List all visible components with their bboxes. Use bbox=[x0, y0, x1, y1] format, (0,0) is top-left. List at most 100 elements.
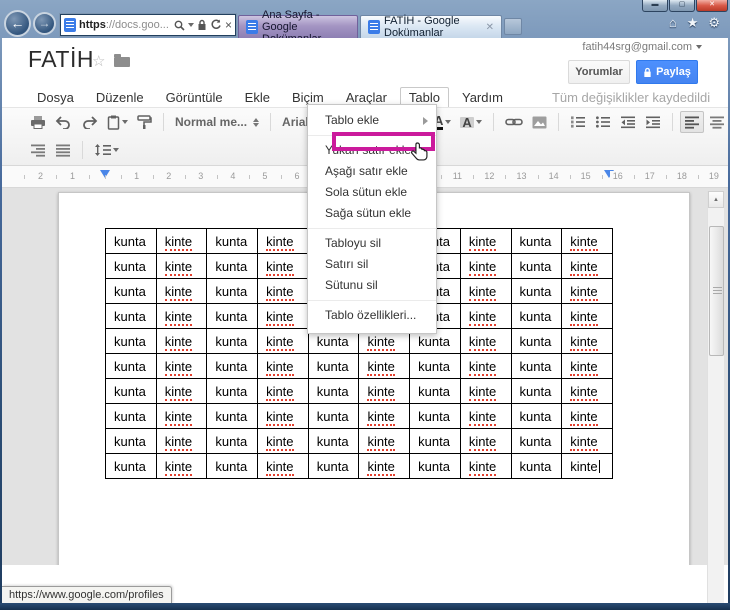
table-cell[interactable]: kunta bbox=[105, 428, 157, 454]
table-cell[interactable]: kinte bbox=[459, 253, 512, 279]
table-cell[interactable]: kinte bbox=[155, 328, 208, 354]
table-cell[interactable]: kinte bbox=[257, 428, 309, 454]
folder-icon[interactable] bbox=[114, 54, 130, 67]
table-cell[interactable]: kinte bbox=[561, 328, 613, 354]
address-bar[interactable]: https://docs.goo... × bbox=[60, 14, 236, 36]
url-text[interactable]: https://docs.goo... bbox=[79, 19, 171, 31]
table-cell[interactable]: kunta bbox=[510, 403, 563, 429]
paste-icon[interactable] bbox=[107, 115, 128, 130]
table-cell[interactable]: kinte bbox=[257, 353, 309, 379]
table-cell[interactable]: kunta bbox=[105, 378, 157, 404]
table-cell[interactable]: kunta bbox=[206, 253, 259, 279]
table-cell[interactable]: kinte bbox=[358, 453, 411, 479]
maximize-button[interactable]: ▢ bbox=[669, 0, 695, 12]
table-cell[interactable]: kinte bbox=[561, 378, 613, 404]
menu-item[interactable]: Sütunu sil bbox=[308, 275, 436, 296]
forward-button[interactable]: → bbox=[33, 12, 56, 35]
table-cell[interactable]: kinte bbox=[358, 403, 411, 429]
menu-item[interactable]: Tablo ekle bbox=[308, 110, 436, 131]
share-button[interactable]: Paylaş bbox=[636, 60, 698, 84]
table-cell[interactable]: kinte bbox=[561, 278, 613, 304]
search-dropdown-icon[interactable] bbox=[187, 23, 194, 27]
table-cell[interactable]: kunta bbox=[510, 353, 563, 379]
favorites-star-icon[interactable]: ★ bbox=[687, 15, 699, 31]
table-cell[interactable]: kinte bbox=[561, 453, 613, 479]
table-cell[interactable]: kunta bbox=[307, 353, 360, 379]
align-center-icon[interactable] bbox=[709, 115, 725, 129]
table-cell[interactable]: kunta bbox=[307, 428, 360, 454]
table-cell[interactable]: kinte bbox=[257, 378, 309, 404]
styles-dropdown[interactable]: Normal me... bbox=[175, 115, 260, 129]
table-cell[interactable]: kinte bbox=[459, 428, 512, 454]
menubar-item-dosya[interactable]: Dosya bbox=[28, 87, 83, 108]
table-cell[interactable]: kinte bbox=[459, 403, 512, 429]
font-dropdown[interactable]: Arial bbox=[282, 115, 309, 129]
table-cell[interactable]: kinte bbox=[561, 253, 613, 279]
insert-image-icon[interactable] bbox=[532, 116, 547, 129]
minimize-button[interactable]: ▬ bbox=[642, 0, 668, 12]
table-cell[interactable]: kunta bbox=[510, 278, 563, 304]
table-cell[interactable]: kunta bbox=[409, 378, 461, 404]
table-cell[interactable]: kinte bbox=[257, 453, 309, 479]
table-cell[interactable]: kinte bbox=[561, 428, 613, 454]
scrollbar-thumb[interactable] bbox=[709, 226, 724, 356]
table-cell[interactable]: kunta bbox=[510, 303, 563, 329]
table-cell[interactable]: kunta bbox=[105, 403, 157, 429]
table-cell[interactable]: kunta bbox=[105, 453, 157, 479]
table-cell[interactable]: kinte bbox=[155, 453, 208, 479]
table-cell[interactable]: kunta bbox=[105, 303, 157, 329]
align-left-icon[interactable] bbox=[679, 111, 704, 133]
menubar-item-görüntüle[interactable]: Görüntüle bbox=[157, 87, 232, 108]
table-cell[interactable]: kinte bbox=[459, 328, 512, 354]
menu-item[interactable]: Satırı sil bbox=[308, 254, 436, 275]
table-cell[interactable]: kinte bbox=[459, 278, 512, 304]
table-cell[interactable]: kinte bbox=[561, 353, 613, 379]
table-cell[interactable]: kinte bbox=[257, 403, 309, 429]
table-cell[interactable]: kinte bbox=[155, 253, 208, 279]
table-cell[interactable]: kunta bbox=[307, 453, 360, 479]
table-cell[interactable]: kunta bbox=[206, 228, 259, 254]
table-cell[interactable]: kunta bbox=[206, 328, 259, 354]
menu-item[interactable]: Tabloyu sil bbox=[308, 233, 436, 254]
table-cell[interactable]: kinte bbox=[459, 453, 512, 479]
table-cell[interactable]: kinte bbox=[561, 303, 613, 329]
new-tab-button[interactable] bbox=[504, 18, 522, 35]
table-cell[interactable]: kinte bbox=[257, 328, 309, 354]
table-cell[interactable]: kinte bbox=[358, 428, 411, 454]
print-icon[interactable] bbox=[30, 115, 46, 129]
table-cell[interactable]: kunta bbox=[105, 228, 157, 254]
table-cell[interactable]: kinte bbox=[155, 228, 208, 254]
table-cell[interactable]: kunta bbox=[409, 403, 461, 429]
table-cell[interactable]: kinte bbox=[155, 378, 208, 404]
table-cell[interactable]: kinte bbox=[459, 303, 512, 329]
table-cell[interactable]: kunta bbox=[206, 353, 259, 379]
table-cell[interactable]: kunta bbox=[105, 278, 157, 304]
back-button[interactable]: ← bbox=[4, 10, 31, 37]
table-cell[interactable]: kunta bbox=[409, 428, 461, 454]
table-cell[interactable]: kinte bbox=[561, 228, 613, 254]
line-spacing-icon[interactable] bbox=[94, 143, 119, 157]
tab-ana-sayfa[interactable]: Ana Sayfa - Google Dokümanlar bbox=[238, 9, 358, 45]
line-spacing-dropdown-icon[interactable] bbox=[113, 148, 119, 152]
table-cell[interactable]: kinte bbox=[155, 303, 208, 329]
table-cell[interactable]: kinte bbox=[155, 428, 208, 454]
table-cell[interactable]: kinte bbox=[155, 403, 208, 429]
table-cell[interactable]: kinte bbox=[358, 378, 411, 404]
table-cell[interactable]: kunta bbox=[409, 353, 461, 379]
table-cell[interactable]: kinte bbox=[459, 228, 512, 254]
menu-item[interactable]: Sola sütun ekle bbox=[308, 182, 436, 203]
stop-icon[interactable]: × bbox=[225, 18, 232, 32]
table-cell[interactable]: kinte bbox=[459, 353, 512, 379]
document-title[interactable]: FATİH bbox=[28, 46, 94, 73]
table-cell[interactable]: kunta bbox=[409, 453, 461, 479]
table-cell[interactable]: kinte bbox=[561, 403, 613, 429]
menu-item[interactable]: Sağa sütun ekle bbox=[308, 203, 436, 224]
refresh-icon[interactable] bbox=[210, 19, 222, 31]
align-right-icon[interactable] bbox=[30, 143, 46, 157]
table-cell[interactable]: kinte bbox=[358, 353, 411, 379]
table-cell[interactable]: kunta bbox=[206, 428, 259, 454]
table-cell[interactable]: kunta bbox=[510, 453, 563, 479]
undo-icon[interactable] bbox=[55, 115, 72, 129]
scroll-up-icon[interactable]: ▲ bbox=[708, 191, 724, 208]
table-cell[interactable]: kinte bbox=[155, 353, 208, 379]
